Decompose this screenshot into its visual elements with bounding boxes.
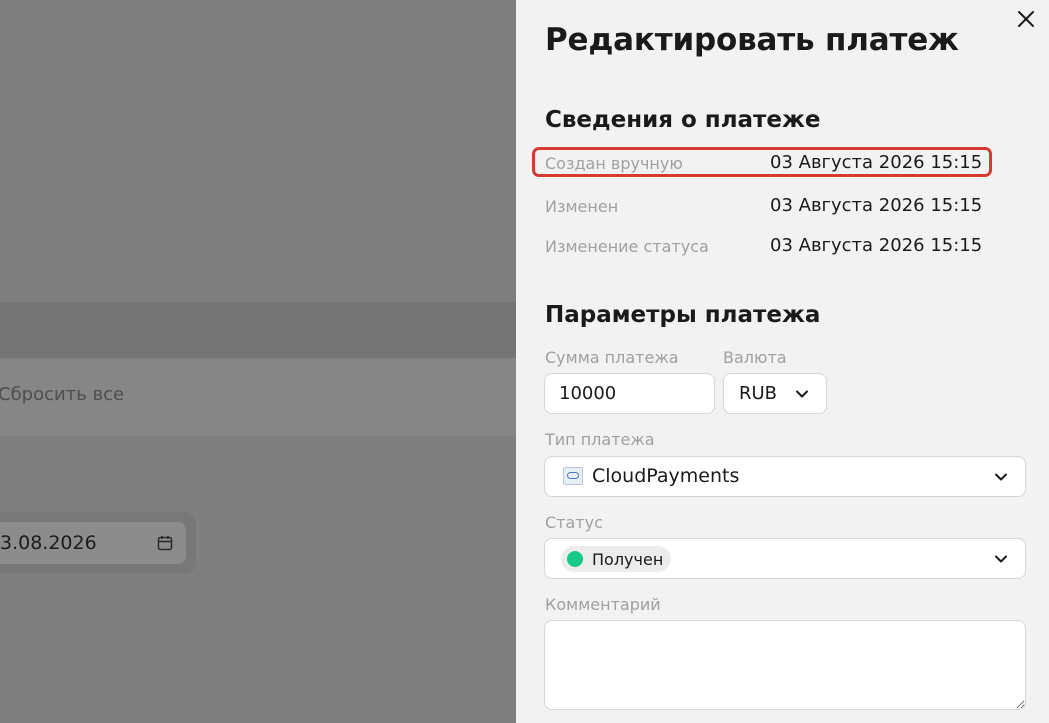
info-row-status-change: Изменение статуса 03 Августа 2026 15:15 [533, 231, 993, 261]
payment-type-select[interactable]: CloudPayments [544, 456, 1026, 497]
status-badge: Получен [561, 546, 672, 572]
date-input[interactable]: 3.08.2026 [0, 522, 186, 564]
status-value: Получен [592, 549, 664, 569]
info-label: Изменен [545, 197, 619, 216]
comment-textarea[interactable] [544, 620, 1026, 710]
edit-payment-drawer: Редактировать платеж Сведения о платеже … [516, 0, 1049, 723]
status-select[interactable]: Получен [544, 538, 1026, 579]
payment-info-section-title: Сведения о платеже [545, 107, 821, 133]
amount-label: Сумма платежа [545, 348, 679, 367]
date-filter-container: 3.08.2026 [0, 512, 196, 574]
chevron-down-icon [995, 473, 1007, 481]
info-value: 03 Августа 2026 15:15 [770, 235, 983, 256]
info-value: 03 Августа 2026 15:15 [770, 195, 983, 216]
comment-label: Комментарий [545, 595, 661, 614]
payment-type-value: CloudPayments [592, 465, 740, 487]
date-value: 3.08.2026 [0, 532, 97, 554]
status-label: Статус [545, 513, 603, 532]
info-row-modified: Изменен 03 Августа 2026 15:15 [533, 191, 993, 221]
chevron-down-icon [995, 555, 1007, 563]
reset-all-button[interactable]: Сбросить все [0, 384, 124, 405]
chevron-down-icon [796, 390, 808, 398]
status-dot-icon [567, 551, 583, 567]
close-icon[interactable] [1013, 6, 1039, 32]
currency-label: Валюта [723, 348, 787, 367]
payment-params-section-title: Параметры платежа [545, 302, 821, 328]
cloudpayments-logo-icon [563, 467, 583, 485]
drawer-title: Редактировать платеж [545, 22, 959, 58]
background-page: Сбросить все 3.08.2026 [0, 0, 516, 723]
background-band [0, 302, 516, 358]
amount-input[interactable] [544, 373, 715, 414]
payment-type-label: Тип платежа [545, 430, 655, 449]
currency-value: RUB [739, 383, 778, 404]
highlight-box [532, 147, 992, 177]
info-label: Изменение статуса [545, 237, 709, 256]
currency-select[interactable]: RUB [723, 373, 827, 414]
calendar-icon[interactable] [156, 534, 174, 552]
